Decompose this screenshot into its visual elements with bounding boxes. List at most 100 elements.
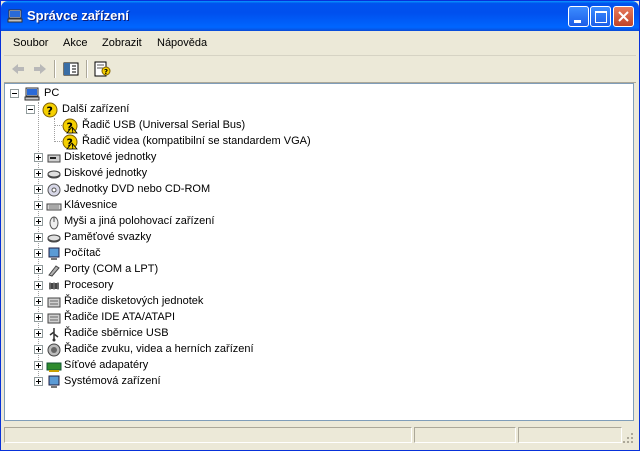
tree-item-category[interactable]: Diskové jednotky xyxy=(5,166,625,182)
tree-item-category[interactable]: Síťové adapatéry xyxy=(5,358,625,374)
dvd-drive-icon xyxy=(47,183,61,197)
disk-drive-icon xyxy=(47,170,61,179)
title-bar[interactable]: Správce zařízení xyxy=(1,1,639,31)
expand-toggle[interactable] xyxy=(34,233,43,242)
tree-item-other-devices[interactable]: ? Další zařízení xyxy=(5,102,625,118)
warning-device-icon: ? ! xyxy=(62,118,78,134)
svg-text:?: ? xyxy=(47,105,53,118)
tree-item-category[interactable]: Počítač xyxy=(5,246,625,262)
tree-item-label: Disketové jednotky xyxy=(64,151,157,163)
tree-item-category[interactable]: Systémová zařízení xyxy=(5,374,625,390)
tree-item-usb-controller[interactable]: ? ! Řadič USB (Universal Serial Bus) xyxy=(5,118,625,134)
menu-help[interactable]: Nápověda xyxy=(157,37,207,49)
tree-item-label: Diskové jednotky xyxy=(64,167,148,179)
show-hide-tree-icon[interactable] xyxy=(61,59,81,79)
mouse-icon xyxy=(49,216,59,230)
tree-item-label: Klávesnice xyxy=(64,199,118,211)
tree-item-label: Řadiče disketových jednotek xyxy=(64,295,204,307)
processor-icon xyxy=(49,282,59,290)
collapse-toggle[interactable] xyxy=(10,89,19,98)
forward-arrow-icon[interactable] xyxy=(30,59,50,79)
tree-root[interactable]: PC xyxy=(5,86,625,102)
tree-item-label: Procesory xyxy=(64,279,114,291)
toolbar-separator xyxy=(86,60,88,78)
tree-item-label: Řadič USB (Universal Serial Bus) xyxy=(82,119,246,131)
device-manager-icon xyxy=(7,9,23,23)
expand-toggle[interactable] xyxy=(34,377,43,386)
window-title: Správce zařízení xyxy=(27,8,129,23)
status-bar xyxy=(4,424,636,446)
tree-item-category[interactable]: Řadiče disketových jednotek xyxy=(5,294,625,310)
svg-text:?: ? xyxy=(104,68,108,76)
sound-icon xyxy=(47,343,61,357)
expand-toggle[interactable] xyxy=(34,169,43,178)
port-icon xyxy=(48,265,60,277)
tree-item-label: Systémová zařízení xyxy=(64,375,161,387)
tree-item-label: Porty (COM a LPT) xyxy=(64,263,159,275)
tree-item-label: Řadiče IDE ATA/ATAPI xyxy=(64,311,176,323)
close-icon xyxy=(618,11,629,22)
expand-toggle[interactable] xyxy=(34,249,43,258)
floppy-drive-icon xyxy=(47,154,61,163)
minimize-button[interactable] xyxy=(568,6,589,27)
tree-item-video-controller[interactable]: ? ! Řadič videa (kompatibilní se standar… xyxy=(5,134,625,150)
ide-controller-icon xyxy=(47,313,61,324)
tree-item-category[interactable]: Myši a jiná polohovací zařízení xyxy=(5,214,625,230)
maximize-icon xyxy=(595,11,607,23)
computer-icon xyxy=(24,87,40,101)
tree-item-category[interactable]: Jednotky DVD nebo CD-ROM xyxy=(5,182,625,198)
toolbar: ? xyxy=(4,56,636,83)
expand-toggle[interactable] xyxy=(34,345,43,354)
menu-view[interactable]: Zobrazit xyxy=(102,37,142,49)
tree-item-category[interactable]: Řadiče IDE ATA/ATAPI xyxy=(5,310,625,326)
tree-item-category[interactable]: Disketové jednotky xyxy=(5,150,625,166)
tree-item-label: Jednotky DVD nebo CD-ROM xyxy=(64,183,211,195)
network-adapter-icon xyxy=(46,362,62,372)
expand-toggle[interactable] xyxy=(34,153,43,162)
tree-item-label: Řadiče sběrnice USB xyxy=(64,327,169,339)
expand-toggle[interactable] xyxy=(34,313,43,322)
menu-action[interactable]: Akce xyxy=(63,37,87,49)
menu-bar: Soubor Akce Zobrazit Nápověda xyxy=(4,31,636,56)
toolbar-separator xyxy=(54,60,56,78)
expand-toggle[interactable] xyxy=(34,185,43,194)
tree-item-label: Síťové adapatéry xyxy=(64,359,149,371)
tree-item-label: PC xyxy=(44,87,60,99)
minimize-icon xyxy=(574,20,581,23)
tree-item-category[interactable]: Řadiče zvuku, videa a herních zařízení xyxy=(5,342,625,358)
expand-toggle[interactable] xyxy=(34,265,43,274)
properties-icon[interactable]: ? xyxy=(92,59,112,79)
tree-item-label: Paměťové svazky xyxy=(64,231,152,243)
status-pane xyxy=(518,427,622,443)
expand-toggle[interactable] xyxy=(34,361,43,370)
tree-item-label: Řadiče zvuku, videa a herních zařízení xyxy=(64,343,254,355)
tree-item-label: Další zařízení xyxy=(62,103,130,115)
back-arrow-icon[interactable] xyxy=(8,59,28,79)
expand-toggle[interactable] xyxy=(34,281,43,290)
close-button[interactable] xyxy=(613,6,634,27)
storage-volume-icon xyxy=(47,234,61,243)
tree-item-category[interactable]: Porty (COM a LPT) xyxy=(5,262,625,278)
tree-item-label: Řadič videa (kompatibilní se standardem … xyxy=(82,135,311,147)
menu-file[interactable]: Soubor xyxy=(13,37,48,49)
unknown-device-icon: ? xyxy=(42,102,58,118)
expand-toggle[interactable] xyxy=(34,217,43,226)
tree-item-label: Počítač xyxy=(64,247,101,259)
device-manager-window: Správce zařízení Soubor Akce Zobrazit Ná… xyxy=(0,0,640,451)
tree-item-category[interactable]: Klávesnice xyxy=(5,198,625,214)
tree-item-category[interactable]: Řadiče sběrnice USB xyxy=(5,326,625,342)
status-pane xyxy=(4,427,412,443)
expand-toggle[interactable] xyxy=(34,297,43,306)
device-tree: PC ? Další zařízení ? ! Řadič USB (Unive… xyxy=(4,83,634,421)
floppy-controller-icon xyxy=(47,297,61,308)
system-device-icon xyxy=(48,375,60,388)
expand-toggle[interactable] xyxy=(34,201,43,210)
maximize-button[interactable] xyxy=(590,6,611,27)
computer-icon xyxy=(48,247,60,260)
collapse-toggle[interactable] xyxy=(26,105,35,114)
expand-toggle[interactable] xyxy=(34,329,43,338)
tree-item-category[interactable]: Paměťové svazky xyxy=(5,230,625,246)
warning-device-icon: ? ! xyxy=(62,134,78,150)
tree-item-category[interactable]: Procesory xyxy=(5,278,625,294)
resize-grip-icon[interactable] xyxy=(622,432,634,444)
